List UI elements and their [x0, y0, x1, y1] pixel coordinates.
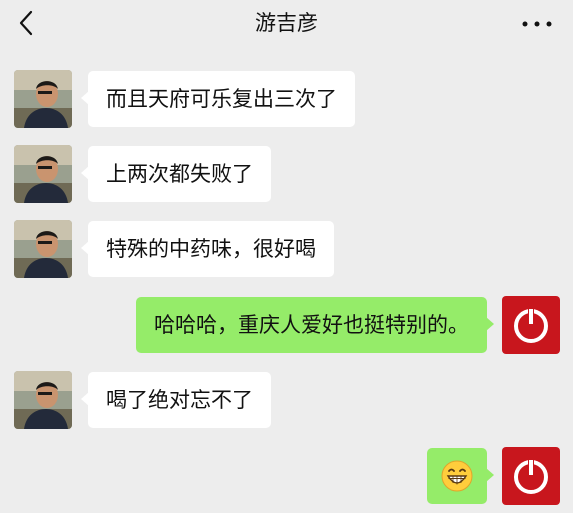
message-text: 上两次都失败了: [106, 162, 253, 186]
message-row: 哈哈哈，重庆人爱好也挺特别的。: [0, 296, 573, 354]
contact-avatar[interactable]: [14, 145, 72, 203]
my-avatar[interactable]: [502, 447, 560, 505]
contact-avatar[interactable]: [14, 70, 72, 128]
my-avatar[interactable]: [502, 296, 560, 354]
incoming-message-bubble[interactable]: 特殊的中药味，很好喝: [81, 221, 334, 277]
chat-header: 游吉彦: [0, 0, 573, 46]
message-row: 而且天府可乐复出三次了: [0, 70, 573, 128]
message-text: 而且天府可乐复出三次了: [106, 87, 337, 111]
message-text: 喝了绝对忘不了: [106, 388, 253, 412]
message-text: 特殊的中药味，很好喝: [106, 237, 316, 261]
message-row: 上两次都失败了: [0, 145, 573, 203]
chat-title: 游吉彦: [255, 11, 318, 35]
message-text: 哈哈哈，重庆人爱好也挺特别的。: [154, 313, 469, 337]
incoming-message-bubble[interactable]: 而且天府可乐复出三次了: [81, 71, 355, 127]
message-row: 喝了绝对忘不了: [0, 371, 573, 429]
contact-avatar[interactable]: [14, 371, 72, 429]
incoming-message-bubble[interactable]: 喝了绝对忘不了: [81, 372, 271, 428]
message-row: [0, 447, 573, 505]
contact-avatar[interactable]: [14, 220, 72, 278]
more-options-icon[interactable]: [519, 8, 555, 38]
grinning-face-icon: [441, 460, 473, 492]
message-row: 特殊的中药味，很好喝: [0, 220, 573, 278]
incoming-message-bubble[interactable]: 上两次都失败了: [81, 146, 271, 202]
outgoing-message-bubble[interactable]: 哈哈哈，重庆人爱好也挺特别的。: [136, 297, 494, 353]
outgoing-emoji-bubble[interactable]: [427, 448, 494, 504]
